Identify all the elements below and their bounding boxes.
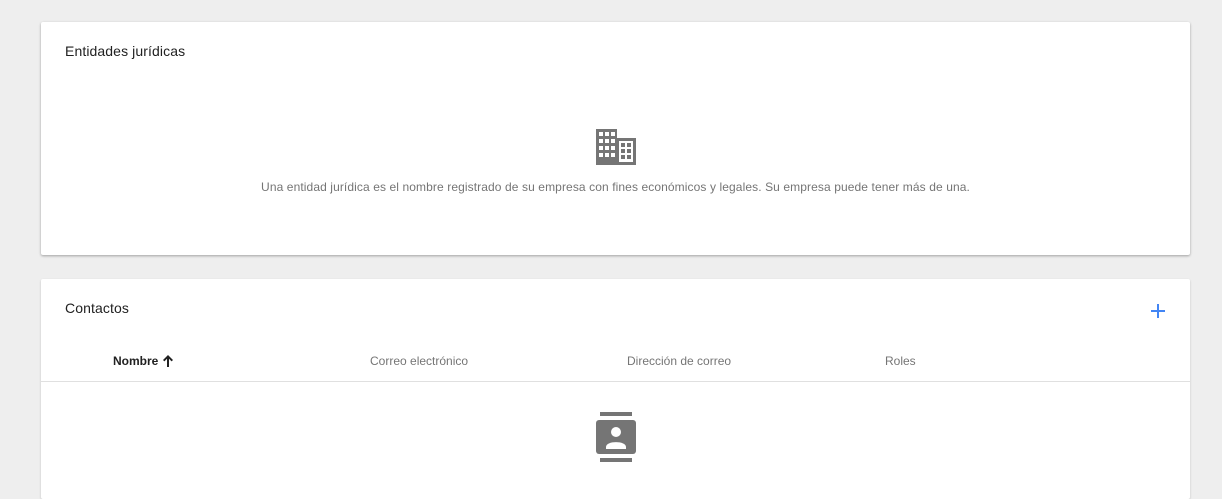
legal-entities-empty-message: Una entidad jurídica es el nombre regist… (261, 180, 970, 194)
legal-entities-card: Entidades jurídicas Una entidad jurídica… (41, 22, 1190, 255)
contact-card-icon (595, 412, 636, 467)
column-header-name-label: Nombre (113, 354, 159, 368)
add-contact-button[interactable] (1146, 299, 1170, 323)
column-header-roles-label: Roles (885, 354, 916, 368)
contacts-card: Contactos Nombre Correo electrónico Dire… (41, 279, 1190, 499)
column-header-roles[interactable]: Roles (885, 354, 916, 368)
add-icon (1151, 304, 1165, 318)
contacts-table-header: Nombre Correo electrónico Dirección de c… (41, 345, 1190, 382)
building-icon (595, 129, 636, 170)
contacts-title: Contactos (65, 300, 129, 316)
column-header-address[interactable]: Dirección de correo (627, 354, 731, 368)
legal-entities-title: Entidades jurídicas (65, 43, 186, 59)
column-header-name[interactable]: Nombre (113, 354, 174, 368)
column-header-address-label: Dirección de correo (627, 354, 732, 368)
column-header-email-label: Correo electrónico (370, 354, 469, 368)
column-header-email[interactable]: Correo electrónico (370, 354, 468, 368)
arrow-up-icon (163, 355, 174, 367)
